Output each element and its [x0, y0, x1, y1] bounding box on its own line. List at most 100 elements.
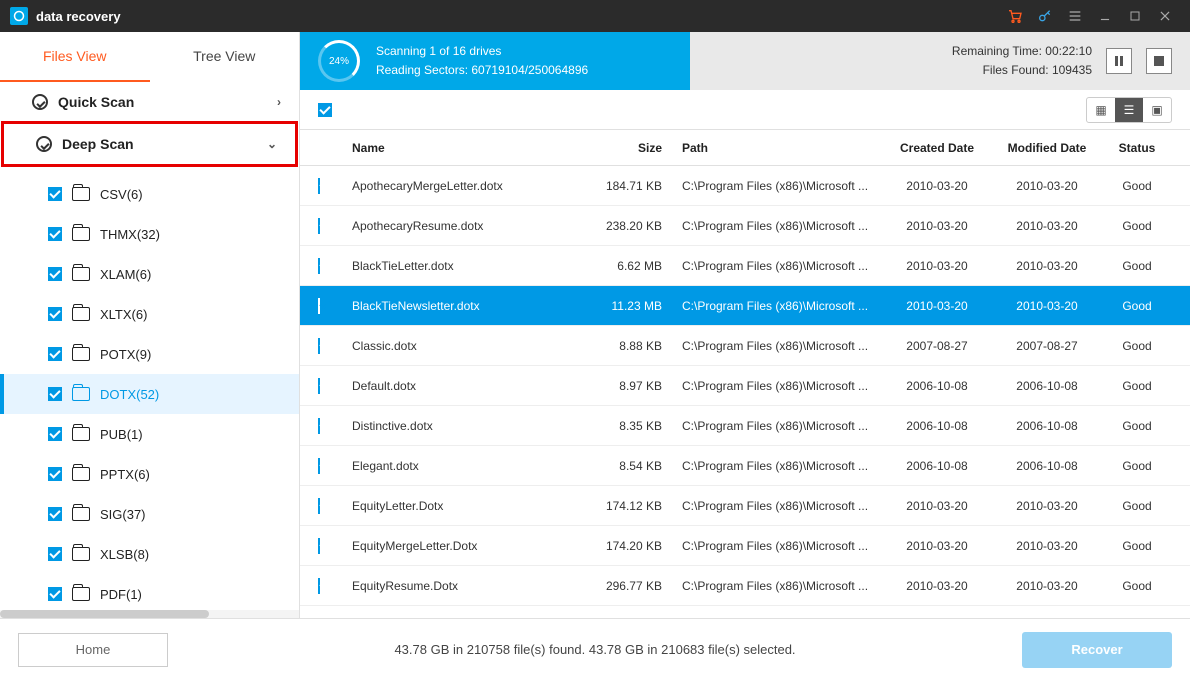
checkbox-icon[interactable] — [48, 227, 62, 241]
recover-button[interactable]: Recover — [1022, 632, 1172, 668]
row-checkbox[interactable] — [318, 258, 320, 274]
home-button[interactable]: Home — [18, 633, 168, 667]
checkbox-icon[interactable] — [48, 347, 62, 361]
table-row[interactable]: Default.dotx8.97 KBC:\Program Files (x86… — [300, 366, 1190, 406]
check-circle-icon — [36, 136, 52, 152]
cell-status: Good — [1102, 299, 1172, 313]
col-status[interactable]: Status — [1102, 141, 1172, 155]
table-row[interactable]: EquityLetter.Dotx174.12 KBC:\Program Fil… — [300, 486, 1190, 526]
key-icon[interactable] — [1030, 0, 1060, 32]
row-checkbox[interactable] — [318, 538, 320, 554]
view-tabs: Files View Tree View — [0, 32, 299, 82]
maximize-icon[interactable] — [1120, 0, 1150, 32]
select-all-checkbox[interactable] — [318, 103, 332, 117]
tree-item[interactable]: DOTX(52) — [0, 374, 299, 414]
tree-item[interactable]: THMX(32) — [0, 214, 299, 254]
col-name[interactable]: Name — [348, 141, 582, 155]
col-size[interactable]: Size — [582, 141, 682, 155]
cell-modified: 2010-03-20 — [992, 179, 1102, 193]
deep-scan-section[interactable]: Deep Scan ⌄ — [4, 124, 295, 164]
checkbox-icon[interactable] — [48, 467, 62, 481]
checkbox-icon[interactable] — [48, 587, 62, 601]
row-checkbox[interactable] — [318, 338, 320, 354]
cell-size: 8.97 KB — [582, 379, 682, 393]
cart-icon[interactable] — [1000, 0, 1030, 32]
table-row[interactable]: ApothecaryMergeLetter.dotx184.71 KBC:\Pr… — [300, 166, 1190, 206]
close-icon[interactable] — [1150, 0, 1180, 32]
row-checkbox[interactable] — [318, 378, 320, 394]
row-checkbox[interactable] — [318, 418, 320, 434]
cell-name: Classic.dotx — [348, 339, 582, 353]
tree-item[interactable]: PPTX(6) — [0, 454, 299, 494]
cell-created: 2010-03-20 — [882, 539, 992, 553]
pause-button[interactable] — [1106, 48, 1132, 74]
tree-item[interactable]: XLTX(6) — [0, 294, 299, 334]
checkbox-icon[interactable] — [48, 267, 62, 281]
row-checkbox[interactable] — [318, 178, 320, 194]
detail-view-icon[interactable]: ▣ — [1143, 98, 1171, 122]
files-found: Files Found: 109435 — [952, 61, 1092, 80]
cell-status: Good — [1102, 339, 1172, 353]
tree-item[interactable]: SIG(37) — [0, 494, 299, 534]
tree-item[interactable]: CSV(6) — [0, 174, 299, 214]
col-path[interactable]: Path — [682, 141, 882, 155]
row-checkbox[interactable] — [318, 498, 320, 514]
tree-item[interactable]: XLAM(6) — [0, 254, 299, 294]
checkbox-icon[interactable] — [48, 307, 62, 321]
cell-path: C:\Program Files (x86)\Microsoft ... — [682, 379, 882, 393]
table-row[interactable]: BlackTieNewsletter.dotx11.23 MBC:\Progra… — [300, 286, 1190, 326]
folder-icon — [72, 547, 90, 561]
cell-path: C:\Program Files (x86)\Microsoft ... — [682, 299, 882, 313]
cell-status: Good — [1102, 539, 1172, 553]
tree-item[interactable]: POTX(9) — [0, 334, 299, 374]
tree-item[interactable]: PDF(1) — [0, 574, 299, 610]
cell-status: Good — [1102, 419, 1172, 433]
checkbox-icon[interactable] — [48, 427, 62, 441]
table-row[interactable]: Elegant.dotx8.54 KBC:\Program Files (x86… — [300, 446, 1190, 486]
minimize-icon[interactable] — [1090, 0, 1120, 32]
stop-button[interactable] — [1146, 48, 1172, 74]
col-modified[interactable]: Modified Date — [992, 141, 1102, 155]
table-row[interactable]: EquityResume.Dotx296.77 KBC:\Program Fil… — [300, 566, 1190, 606]
cell-name: ApothecaryResume.dotx — [348, 219, 582, 233]
table-row[interactable]: EquityMergeLetter.Dotx174.20 KBC:\Progra… — [300, 526, 1190, 566]
cell-created: 2010-03-20 — [882, 219, 992, 233]
cell-path: C:\Program Files (x86)\Microsoft ... — [682, 499, 882, 513]
section-label: Deep Scan — [62, 136, 134, 152]
tree-item[interactable]: PUB(1) — [0, 414, 299, 454]
cell-created: 2010-03-20 — [882, 579, 992, 593]
cell-modified: 2007-08-27 — [992, 339, 1102, 353]
cell-size: 174.20 KB — [582, 539, 682, 553]
row-checkbox[interactable] — [318, 218, 320, 234]
tab-files-view[interactable]: Files View — [0, 32, 150, 82]
checkbox-icon[interactable] — [48, 507, 62, 521]
tab-tree-view[interactable]: Tree View — [150, 32, 300, 82]
table-row[interactable]: Distinctive.dotx8.35 KBC:\Program Files … — [300, 406, 1190, 446]
folder-icon — [72, 467, 90, 481]
chevron-right-icon: › — [277, 95, 281, 109]
folder-icon — [72, 347, 90, 361]
row-checkbox[interactable] — [318, 298, 320, 314]
footer: Home 43.78 GB in 210758 file(s) found. 4… — [0, 618, 1190, 680]
tree-item-label: THMX(32) — [100, 227, 160, 242]
row-checkbox[interactable] — [318, 458, 320, 474]
horizontal-scrollbar[interactable] — [0, 610, 299, 618]
folder-icon — [72, 587, 90, 601]
file-type-tree[interactable]: CSV(6) THMX(32) XLAM(6)XLTX(6)POTX(9)DOTX(… — [0, 166, 299, 610]
checkbox-icon[interactable] — [48, 547, 62, 561]
table-row[interactable]: Classic.dotx8.88 KBC:\Program Files (x86… — [300, 326, 1190, 366]
grid-view-icon[interactable]: ▦ — [1087, 98, 1115, 122]
checkbox-icon[interactable] — [48, 187, 62, 201]
table-row[interactable]: BlackTieLetter.dotx6.62 MBC:\Program Fil… — [300, 246, 1190, 286]
scan-progress-bar: 24% Scanning 1 of 16 drives Reading Sect… — [300, 32, 1190, 90]
table-row[interactable]: ApothecaryResume.dotx238.20 KBC:\Program… — [300, 206, 1190, 246]
menu-icon[interactable] — [1060, 0, 1090, 32]
row-checkbox[interactable] — [318, 578, 320, 594]
view-mode-toggle: ▦ ☰ ▣ — [1086, 97, 1172, 123]
list-view-icon[interactable]: ☰ — [1115, 98, 1143, 122]
tree-item[interactable]: XLSB(8) — [0, 534, 299, 574]
checkbox-icon[interactable] — [48, 387, 62, 401]
cell-size: 8.88 KB — [582, 339, 682, 353]
quick-scan-section[interactable]: Quick Scan › — [0, 82, 299, 122]
col-created[interactable]: Created Date — [882, 141, 992, 155]
